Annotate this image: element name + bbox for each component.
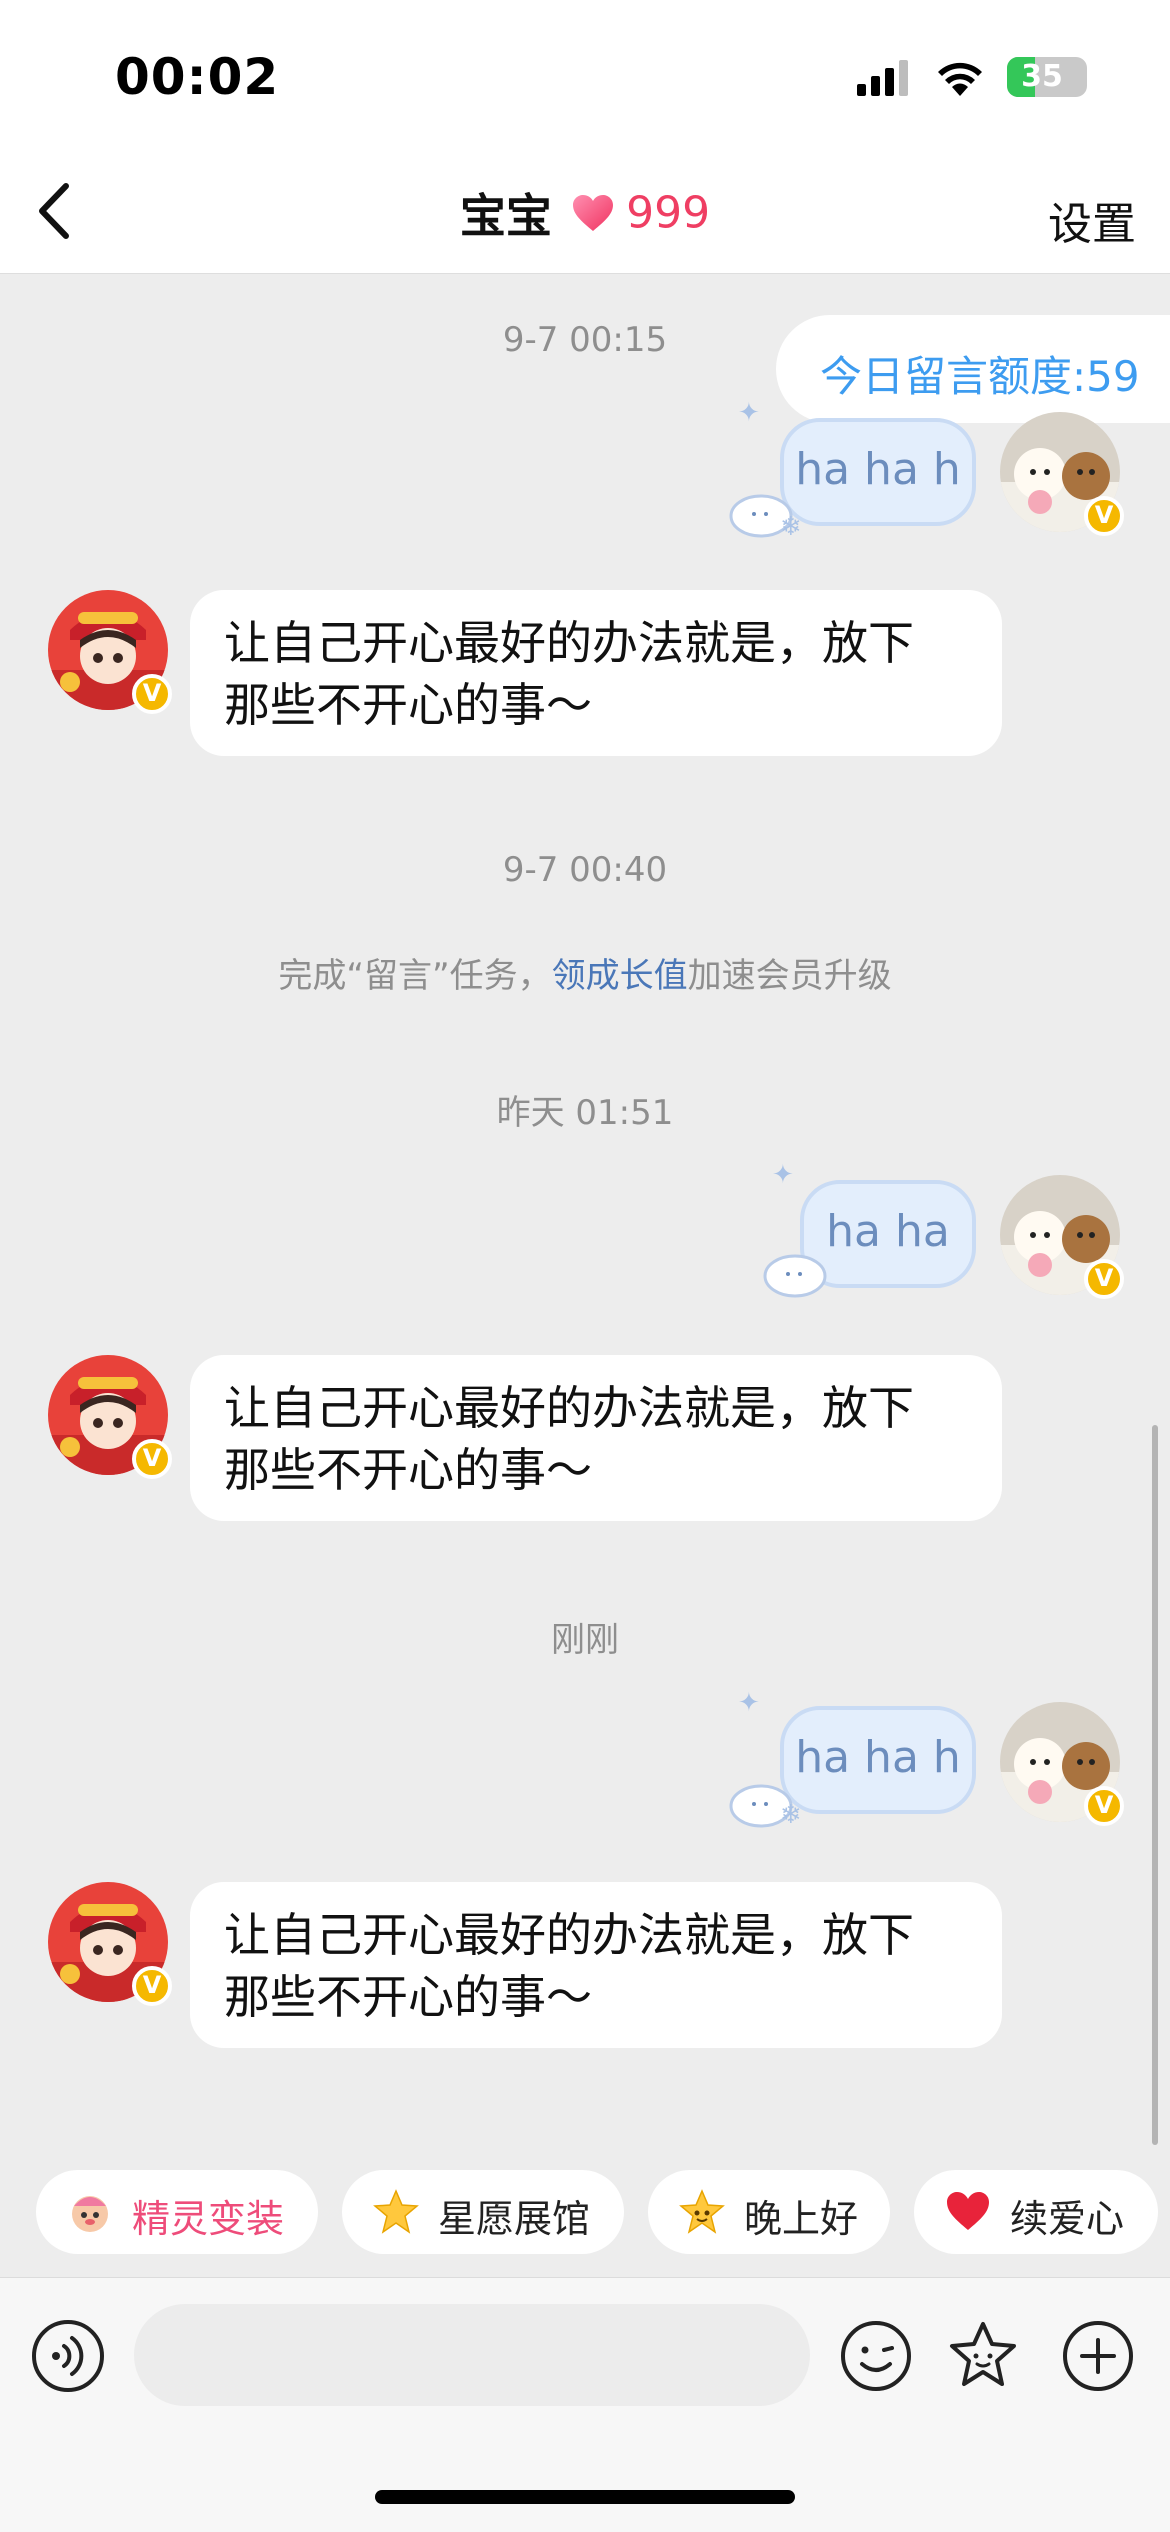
sparkle-icon: ✦ bbox=[772, 1160, 794, 1190]
emoji-icon[interactable] bbox=[838, 2318, 914, 2394]
star-face-icon bbox=[679, 2189, 725, 2234]
system-message-prefix: 完成“留言”任务， bbox=[278, 956, 552, 996]
verified-badge: V bbox=[132, 1966, 172, 2006]
timestamp: 9-7 00:15 bbox=[502, 320, 668, 360]
message-line: 那些不开心的事～ bbox=[224, 1443, 592, 1497]
growth-value-link[interactable]: 领成长值 bbox=[552, 956, 688, 996]
my-avatar[interactable]: V bbox=[1000, 1175, 1124, 1299]
message-line: 让自己开心最好的办法就是，放下 bbox=[224, 616, 914, 670]
battery-percent: 35 bbox=[1021, 59, 1063, 94]
cloud-sticker-icon bbox=[763, 1254, 827, 1298]
plus-icon[interactable] bbox=[1060, 2318, 1136, 2394]
quick-actions-row: 精灵变装 星愿展馆 晚上好 续爱心 bbox=[0, 2160, 1170, 2260]
verified-badge: V bbox=[1084, 496, 1124, 536]
contact-avatar[interactable]: V bbox=[48, 1355, 172, 1479]
incoming-message-bubble[interactable]: 让自己开心最好的办法就是，放下 那些不开心的事～ bbox=[190, 1882, 1002, 2048]
system-message-suffix: 加速会员升级 bbox=[687, 956, 892, 996]
heart-icon bbox=[947, 2192, 989, 2230]
cellular-signal-icon bbox=[857, 60, 908, 96]
timestamp: 昨天 01:51 bbox=[496, 1093, 674, 1133]
quick-action-good-evening[interactable]: 晚上好 bbox=[648, 2170, 890, 2254]
message-line: 让自己开心最好的办法就是，放下 bbox=[224, 1381, 914, 1435]
incoming-message-bubble[interactable]: 让自己开心最好的办法就是，放下 那些不开心的事～ bbox=[190, 590, 1002, 756]
star-sticker-icon[interactable] bbox=[945, 2318, 1021, 2394]
sprite-face-icon bbox=[72, 2196, 108, 2232]
my-avatar[interactable]: V bbox=[1000, 412, 1124, 536]
my-message-bubble[interactable]: ha ha h bbox=[780, 1706, 976, 1814]
voice-input-icon[interactable] bbox=[30, 2318, 106, 2394]
quick-action-label: 星愿展馆 bbox=[438, 2197, 591, 2241]
nav-bar: 宝宝 999 设置 bbox=[0, 150, 1170, 274]
quick-action-star-gallery[interactable]: 星愿展馆 bbox=[342, 2170, 624, 2254]
star-icon bbox=[373, 2189, 419, 2234]
verified-badge: V bbox=[132, 674, 172, 714]
sparkle-icon: ✦ bbox=[738, 398, 760, 428]
status-time: 00:02 bbox=[115, 48, 280, 106]
home-indicator[interactable] bbox=[375, 2490, 795, 2504]
quick-action-renew-heart[interactable]: 续爱心 bbox=[914, 2170, 1158, 2254]
heart-count: 999 bbox=[626, 187, 711, 239]
snowflake-icon: ❄ bbox=[780, 1800, 802, 1830]
contact-avatar[interactable]: V bbox=[48, 1882, 172, 2006]
quick-action-label: 精灵变装 bbox=[132, 2197, 285, 2241]
quick-action-label: 续爱心 bbox=[1010, 2197, 1125, 2241]
my-message-bubble[interactable]: ha ha h bbox=[780, 418, 976, 526]
verified-badge: V bbox=[1084, 1786, 1124, 1826]
my-avatar[interactable]: V bbox=[1000, 1702, 1124, 1826]
message-line: 那些不开心的事～ bbox=[224, 1970, 592, 2024]
verified-badge: V bbox=[1084, 1259, 1124, 1299]
incoming-message-bubble[interactable]: 让自己开心最好的办法就是，放下 那些不开心的事～ bbox=[190, 1355, 1002, 1521]
timestamp: 9-7 00:40 bbox=[502, 850, 668, 890]
chat-title: 宝宝 bbox=[459, 189, 552, 243]
wifi-icon bbox=[938, 62, 982, 96]
quick-action-sprite-dressup[interactable]: 精灵变装 bbox=[36, 2170, 318, 2254]
contact-avatar[interactable]: V bbox=[48, 590, 172, 714]
timestamp: 刚刚 bbox=[551, 1620, 619, 1660]
message-input[interactable] bbox=[134, 2304, 810, 2406]
sparkle-icon: ✦ bbox=[738, 1688, 760, 1718]
status-bar: 00:02 35 bbox=[0, 0, 1170, 150]
quick-action-label: 晚上好 bbox=[744, 2197, 859, 2241]
message-line: 让自己开心最好的办法就是，放下 bbox=[224, 1908, 914, 1962]
heart-icon bbox=[573, 195, 613, 231]
battery-icon: 35 bbox=[1007, 57, 1087, 97]
verified-badge: V bbox=[132, 1439, 172, 1479]
chat-scrollbar[interactable] bbox=[1152, 1425, 1158, 2145]
nav-title-group: 宝宝 999 bbox=[0, 180, 1170, 246]
snowflake-icon: ❄ bbox=[780, 512, 802, 542]
message-line: 那些不开心的事～ bbox=[224, 678, 592, 732]
settings-button[interactable]: 设置 bbox=[1048, 188, 1136, 252]
system-message: 完成“留言”任务，领成长值加速会员升级 bbox=[0, 948, 1170, 997]
